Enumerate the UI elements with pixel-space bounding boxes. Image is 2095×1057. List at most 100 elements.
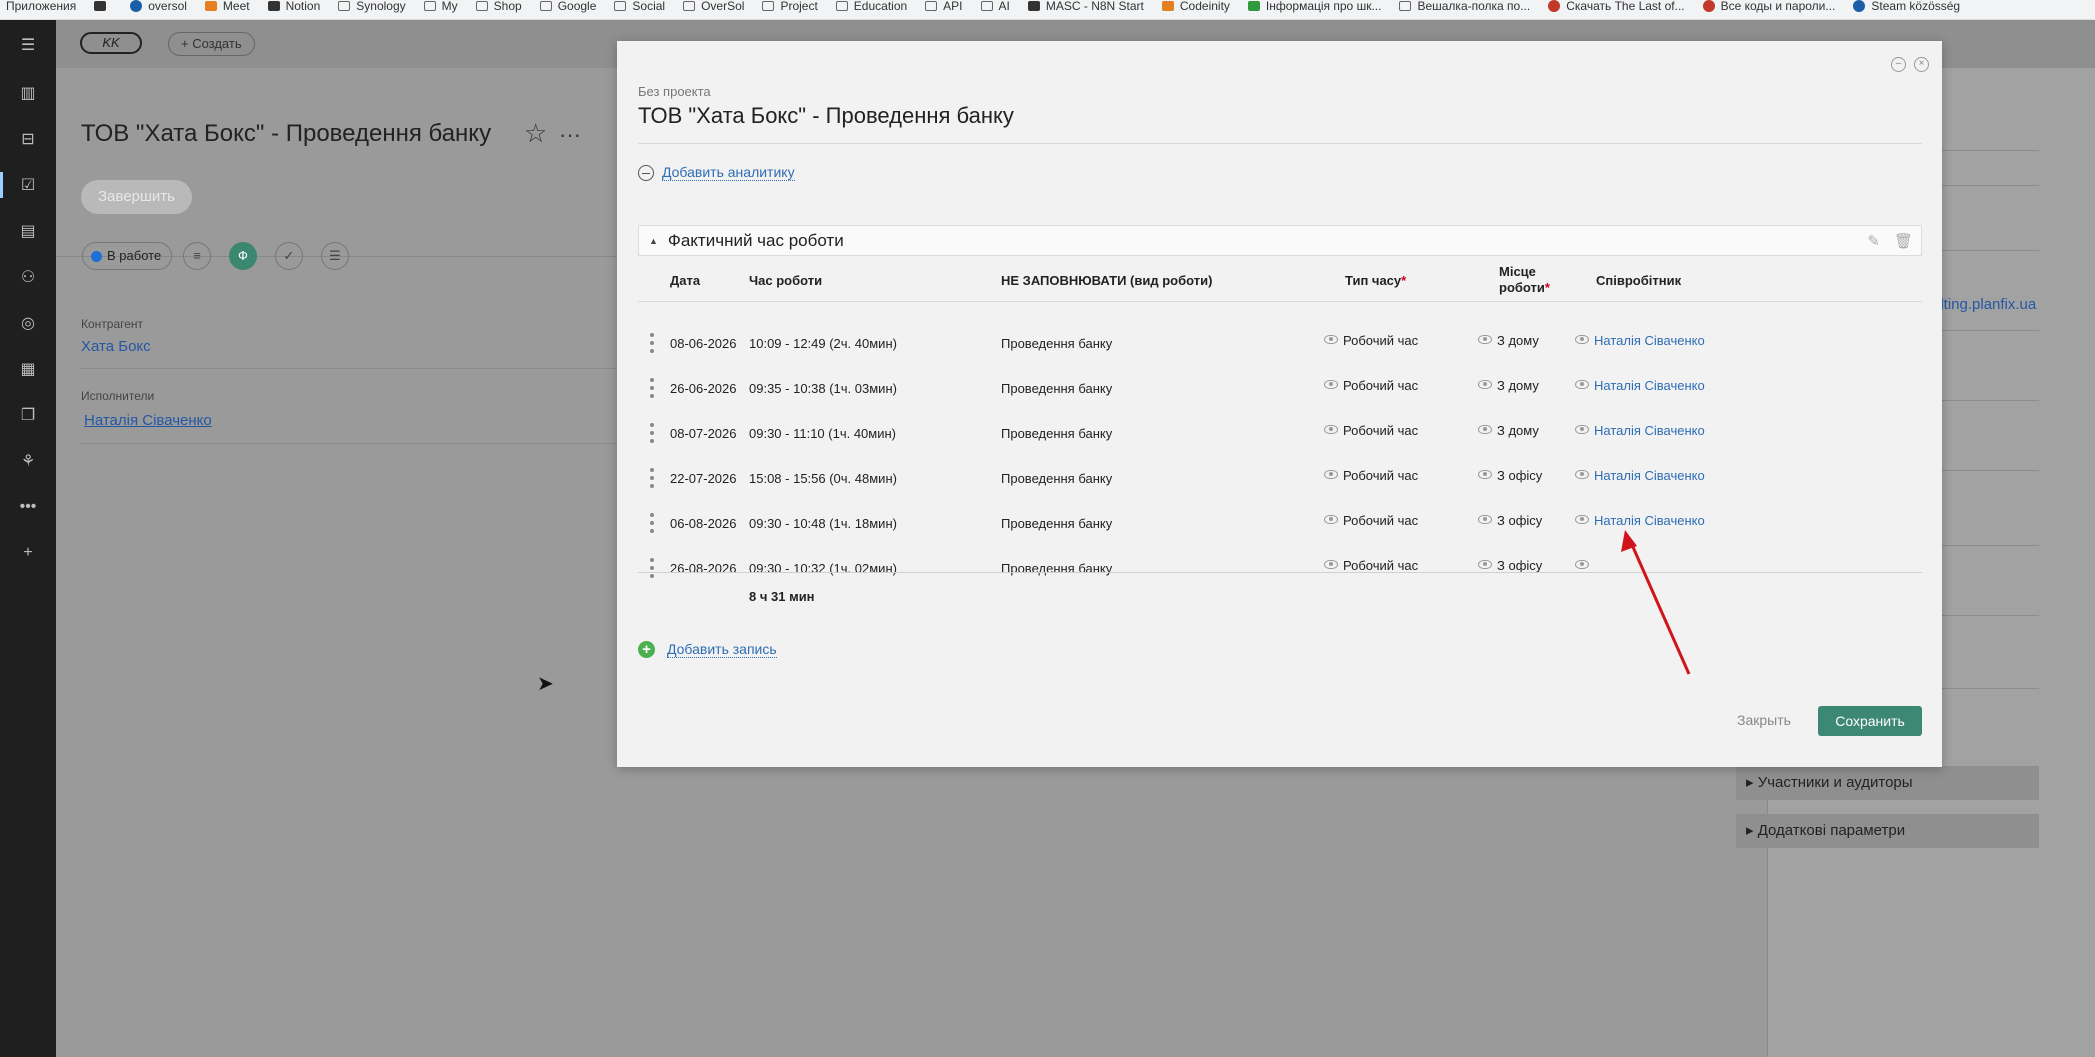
reports-icon[interactable]: ▦ (0, 346, 56, 392)
add-analytics-button[interactable]: Добавить аналитику (638, 164, 795, 181)
table-row[interactable]: 22-07-2026 15:08 - 15:56 (0ч. 48мин) Прове… (638, 456, 1922, 501)
table-row[interactable]: 08-06-2026 10:09 - 12:49 (2ч. 40мин) Прове… (638, 321, 1922, 366)
cell-employee[interactable]: Наталія Сіваченко (1575, 468, 1705, 483)
bookmark-item[interactable]: Synology (338, 0, 406, 13)
table-row[interactable]: 08-07-2026 09:30 - 11:10 (1ч. 40мин) Прове… (638, 411, 1922, 456)
trash-icon[interactable]: 🗑 (1894, 232, 1913, 250)
finish-button[interactable]: Завершить (81, 180, 192, 214)
bookmark-item[interactable]: Steam közösség (1853, 0, 1960, 13)
portal-url-link[interactable]: ulting.planfix.ua (1932, 296, 2036, 313)
cell-time[interactable]: 09:35 - 10:38 (1ч. 03мин) (749, 381, 897, 396)
cell-place[interactable]: З дому (1478, 378, 1539, 393)
table-row[interactable]: 26-08-2026 09:30 - 10:32 (1ч. 02мин) Прове… (638, 546, 1922, 591)
bookmark-item[interactable]: Вешалка-полка по... (1399, 0, 1530, 13)
bookmark-item[interactable]: Скачать The Last of... (1548, 0, 1685, 13)
more-icon[interactable]: ••• (0, 484, 56, 530)
cell-place[interactable]: З дому (1478, 333, 1539, 348)
cell-time[interactable]: 09:30 - 11:10 (1ч. 40мин) (749, 426, 896, 441)
bookmark-item[interactable]: AI (980, 0, 1010, 13)
table-row[interactable]: 26-06-2026 09:35 - 10:38 (1ч. 03мин) Прове… (638, 366, 1922, 411)
cell-time-type[interactable]: Робочий час (1324, 468, 1418, 483)
cell-kind[interactable]: Проведення банку (1001, 471, 1112, 486)
participants-section[interactable]: ▸ Участники и аудиторы (1736, 766, 2039, 800)
bookmark-item[interactable]: Project (762, 0, 818, 13)
cell-place[interactable]: З офісу (1478, 558, 1542, 573)
cell-place[interactable]: З дому (1478, 423, 1539, 438)
bookmark-item[interactable]: Education (835, 0, 907, 13)
cell-employee[interactable]: Наталія Сіваченко (1575, 423, 1705, 438)
star-icon[interactable]: ☆ (524, 118, 547, 149)
employee-link[interactable]: Наталія Сіваченко (1594, 378, 1705, 393)
add-icon[interactable]: + (0, 530, 56, 576)
close-icon[interactable]: × (1914, 57, 1929, 72)
cell-employee[interactable]: Наталія Сіваченко (1575, 378, 1705, 393)
bookmark-item[interactable]: OverSol (683, 0, 744, 13)
bookmark-item[interactable]: Приложения (6, 0, 76, 13)
integrations-icon[interactable]: ⚘ (0, 438, 56, 484)
extra-params-section[interactable]: ▸ Додаткові параметри (1736, 814, 2039, 848)
cell-time[interactable]: 09:30 - 10:32 (1ч. 02мин) (749, 561, 897, 576)
bookmark-item[interactable]: oversol (130, 0, 187, 13)
bookmark-item[interactable]: MASC - N8N Start (1027, 0, 1144, 13)
comment-icon[interactable]: ☰ (321, 242, 349, 270)
projects-icon[interactable]: ▥ (0, 70, 56, 116)
create-button[interactable]: + Создать (168, 32, 255, 56)
cell-time-type[interactable]: Робочий час (1324, 423, 1418, 438)
table-row[interactable]: 06-08-2026 09:30 - 10:48 (1ч. 18мин) Прове… (638, 501, 1922, 546)
cell-kind[interactable]: Проведення банку (1001, 516, 1112, 531)
description-icon[interactable]: ≡ (183, 242, 211, 270)
cell-place[interactable]: З офісу (1478, 468, 1542, 483)
bookmark-item[interactable]: Codeinity (1161, 0, 1230, 13)
edit-icon[interactable]: ✎ (1867, 232, 1880, 250)
cell-time-type[interactable]: Робочий час (1324, 558, 1418, 573)
cell-date[interactable]: 06-08-2026 (670, 516, 737, 531)
cell-employee[interactable]: Наталія Сіваченко (1575, 513, 1705, 528)
bookmark-item[interactable]: Інформація про шк... (1247, 0, 1381, 13)
bookmark-item[interactable]: Google (539, 0, 596, 13)
cell-date[interactable]: 26-06-2026 (670, 381, 737, 396)
cell-kind[interactable]: Проведення банку (1001, 426, 1112, 441)
contractor-value[interactable]: Хата Бокс (81, 338, 151, 355)
minimize-icon[interactable]: – (1891, 57, 1906, 72)
cell-kind[interactable]: Проведення банку (1001, 336, 1112, 351)
checklist-icon[interactable]: ✓ (275, 242, 303, 270)
close-button[interactable]: Закрыть (1737, 712, 1791, 728)
section-header[interactable]: ▲ Фактичний час роботи ✎ 🗑 (638, 225, 1922, 256)
cell-date[interactable]: 26-08-2026 (670, 561, 737, 576)
cell-time-type[interactable]: Робочий час (1324, 378, 1418, 393)
cell-time-type[interactable]: Робочий час (1324, 513, 1418, 528)
cell-time-type[interactable]: Робочий час (1324, 333, 1418, 348)
cell-date[interactable]: 22-07-2026 (670, 471, 737, 486)
analytics-icon[interactable]: Ф (229, 242, 257, 270)
add-record-button[interactable]: + Добавить запись (638, 641, 777, 658)
status-badge[interactable]: В работе (82, 242, 173, 270)
menu-icon[interactable]: ☰ (0, 20, 56, 70)
bookmark-item[interactable]: Shop (475, 0, 522, 13)
bookmark-item[interactable]: My (423, 0, 458, 13)
bookmark-item[interactable]: API (925, 0, 963, 13)
files-icon[interactable]: ❐ (0, 392, 56, 438)
save-button[interactable]: Сохранить (1818, 706, 1922, 736)
employee-link[interactable]: Наталія Сіваченко (1594, 468, 1705, 483)
employee-link[interactable]: Наталія Сіваченко (1594, 513, 1705, 528)
bookmark-item[interactable] (94, 0, 112, 11)
drag-handle-icon[interactable] (650, 333, 654, 353)
cell-date[interactable]: 08-06-2026 (670, 336, 737, 351)
tasks-icon[interactable]: ☑ (0, 162, 56, 208)
cell-time[interactable]: 09:30 - 10:48 (1ч. 18мин) (749, 516, 897, 531)
drag-handle-icon[interactable] (650, 513, 654, 533)
app-logo[interactable]: KK (80, 32, 142, 54)
cell-kind[interactable]: Проведення банку (1001, 561, 1112, 576)
contacts-icon[interactable]: ⚇ (0, 254, 56, 300)
documents-icon[interactable]: ▤ (0, 208, 56, 254)
bookmark-item[interactable]: Все коды и пароли... (1702, 0, 1835, 13)
employee-link[interactable]: Наталія Сіваченко (1594, 333, 1705, 348)
employee-link[interactable]: Наталія Сіваченко (1594, 423, 1705, 438)
bookmark-item[interactable]: Social (614, 0, 665, 13)
cell-date[interactable]: 08-07-2026 (670, 426, 737, 441)
inbox-icon[interactable]: ⊟ (0, 116, 56, 162)
executor-link[interactable]: Наталія Сіваченко (84, 412, 212, 429)
drag-handle-icon[interactable] (650, 378, 654, 398)
cell-employee[interactable]: Наталія Сіваченко (1575, 333, 1705, 348)
cell-kind[interactable]: Проведення банку (1001, 381, 1112, 396)
